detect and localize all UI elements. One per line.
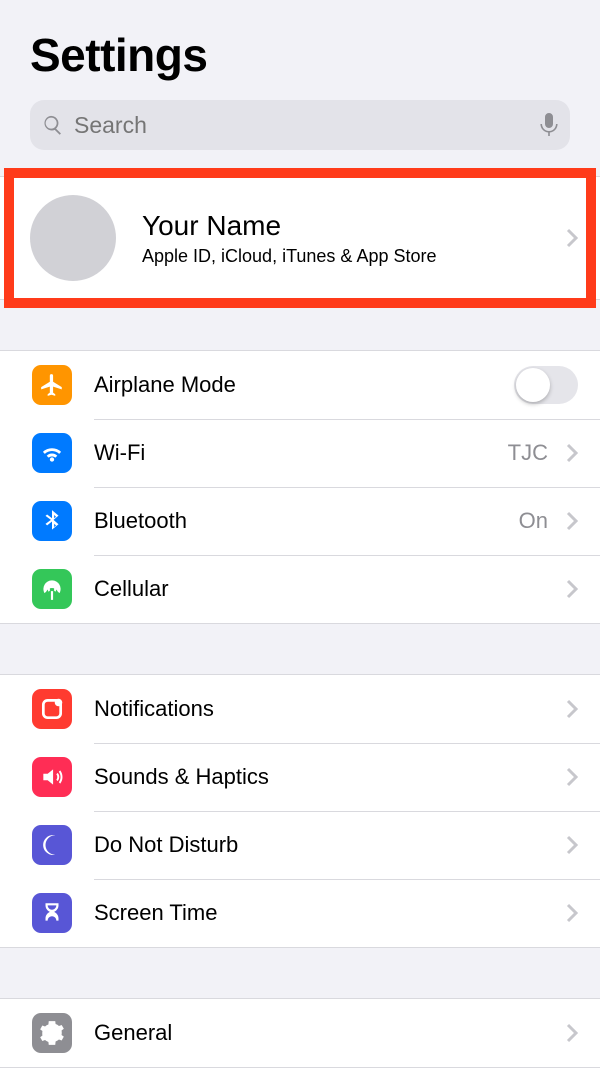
chevron-right-icon bbox=[566, 699, 578, 719]
hourglass-icon bbox=[32, 893, 72, 933]
row-label: Cellular bbox=[94, 576, 558, 602]
chevron-right-icon bbox=[566, 511, 578, 531]
microphone-icon[interactable] bbox=[540, 113, 558, 137]
notifications-icon bbox=[32, 689, 72, 729]
settings-group-general: General bbox=[0, 998, 600, 1068]
row-detail: On bbox=[519, 508, 548, 534]
row-screen-time[interactable]: Screen Time bbox=[0, 879, 600, 947]
row-general[interactable]: General bbox=[0, 999, 600, 1067]
row-label: Sounds & Haptics bbox=[94, 764, 558, 790]
chevron-right-icon bbox=[566, 767, 578, 787]
search-bar[interactable] bbox=[30, 100, 570, 150]
cellular-icon bbox=[32, 569, 72, 609]
row-notifications[interactable]: Notifications bbox=[0, 675, 600, 743]
airplane-icon bbox=[32, 365, 72, 405]
apple-id-row[interactable]: Your Name Apple ID, iCloud, iTunes & App… bbox=[0, 176, 600, 300]
chevron-right-icon bbox=[566, 443, 578, 463]
chevron-right-icon bbox=[566, 903, 578, 923]
row-detail: TJC bbox=[508, 440, 548, 466]
row-bluetooth[interactable]: Bluetooth On bbox=[0, 487, 600, 555]
row-label: Notifications bbox=[94, 696, 558, 722]
settings-group-sounds: Notifications Sounds & Haptics Do Not Di… bbox=[0, 674, 600, 948]
row-label: Wi-Fi bbox=[94, 440, 508, 466]
gear-icon bbox=[32, 1013, 72, 1053]
row-label: Do Not Disturb bbox=[94, 832, 558, 858]
chevron-right-icon bbox=[566, 228, 578, 248]
profile-subtitle: Apple ID, iCloud, iTunes & App Store bbox=[142, 246, 558, 267]
settings-group-network: Airplane Mode Wi-Fi TJC Bluetooth On bbox=[0, 350, 600, 624]
chevron-right-icon bbox=[566, 579, 578, 599]
row-label: Screen Time bbox=[94, 900, 558, 926]
row-label: Bluetooth bbox=[94, 508, 519, 534]
row-cellular[interactable]: Cellular bbox=[0, 555, 600, 623]
sounds-icon bbox=[32, 757, 72, 797]
avatar bbox=[30, 195, 116, 281]
profile-name: Your Name bbox=[142, 210, 558, 242]
search-icon bbox=[42, 114, 64, 136]
row-sounds-haptics[interactable]: Sounds & Haptics bbox=[0, 743, 600, 811]
wifi-icon bbox=[32, 433, 72, 473]
chevron-right-icon bbox=[566, 1023, 578, 1043]
row-label: General bbox=[94, 1020, 558, 1046]
chevron-right-icon bbox=[566, 835, 578, 855]
row-do-not-disturb[interactable]: Do Not Disturb bbox=[0, 811, 600, 879]
bluetooth-icon bbox=[32, 501, 72, 541]
moon-icon bbox=[32, 825, 72, 865]
row-label: Airplane Mode bbox=[94, 372, 514, 398]
row-airplane-mode[interactable]: Airplane Mode bbox=[0, 351, 600, 419]
page-title: Settings bbox=[30, 28, 570, 82]
row-wifi[interactable]: Wi-Fi TJC bbox=[0, 419, 600, 487]
airplane-mode-toggle[interactable] bbox=[514, 366, 578, 404]
search-input[interactable] bbox=[74, 112, 530, 139]
